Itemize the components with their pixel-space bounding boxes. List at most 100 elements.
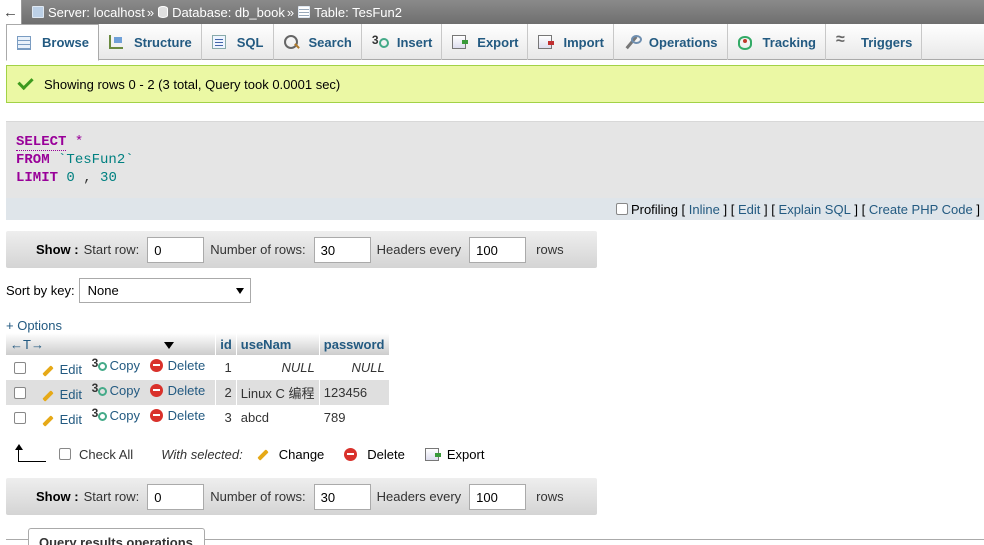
tab-insert[interactable]: Insert bbox=[362, 24, 443, 60]
check-all-label[interactable]: Check All bbox=[79, 447, 133, 462]
tab-label: Structure bbox=[133, 34, 192, 50]
edit-button[interactable]: Edit bbox=[41, 362, 82, 377]
copy-button[interactable]: Copy bbox=[92, 356, 140, 373]
start-row-input[interactable]: 0 bbox=[147, 236, 205, 263]
breadcrumb-table[interactable]: Table: TesFun2 bbox=[298, 5, 402, 20]
cell-password[interactable]: NULL bbox=[319, 355, 390, 380]
tab-triggers[interactable]: Triggers bbox=[826, 24, 923, 60]
cell-usenam[interactable]: abcd bbox=[236, 405, 320, 430]
edit-button[interactable]: Edit bbox=[41, 412, 83, 428]
table-row: Edit Copy Delete 2 Linux C 编程 123456 bbox=[6, 380, 390, 405]
headers-every-input[interactable]: 100 bbox=[469, 483, 527, 510]
row-checkbox[interactable] bbox=[14, 387, 26, 400]
bracket: ] bbox=[764, 201, 768, 217]
bracket: [ bbox=[771, 201, 775, 217]
tab-browse[interactable]: Browse bbox=[6, 24, 99, 61]
bulk-delete-button[interactable]: Delete bbox=[344, 447, 405, 462]
edit-label: Edit bbox=[59, 387, 83, 403]
copy-button[interactable]: Copy bbox=[92, 381, 140, 398]
check-all-checkbox[interactable] bbox=[59, 448, 71, 460]
inline-link[interactable]: Inline bbox=[689, 202, 720, 217]
copy-label: Copy bbox=[109, 407, 141, 423]
tab-export[interactable]: Export bbox=[442, 24, 529, 60]
delete-label: Delete bbox=[167, 357, 206, 373]
breadcrumb: ← Server: localhost » Database: db_book … bbox=[0, 0, 984, 24]
export-label: Export bbox=[446, 446, 485, 462]
headers-every-input[interactable]: 100 bbox=[469, 236, 527, 263]
tab-label: Search bbox=[308, 34, 352, 50]
edit-button[interactable]: Edit bbox=[41, 387, 83, 403]
breadcrumb-server[interactable]: Server: localhost » bbox=[32, 5, 158, 20]
sql-keyword-limit: LIMIT bbox=[16, 170, 59, 186]
delete-icon bbox=[149, 358, 163, 372]
delete-button[interactable]: Delete bbox=[149, 357, 206, 373]
back-arrow-icon[interactable]: ← bbox=[0, 0, 22, 24]
column-arrows-icon[interactable]: ←T→ bbox=[10, 337, 44, 352]
insert-icon bbox=[372, 33, 389, 49]
query-results-operations-tab[interactable]: Query results operations bbox=[28, 528, 205, 545]
bracket: [ bbox=[681, 201, 686, 217]
cell-id[interactable]: 2 bbox=[215, 380, 237, 405]
breadcrumb-database-label[interactable]: Database: db_book bbox=[172, 5, 285, 20]
change-button[interactable]: Change bbox=[257, 446, 325, 462]
headers-every-label: Headers every bbox=[376, 489, 462, 504]
tab-structure[interactable]: Structure bbox=[99, 24, 202, 60]
edit-sql-link[interactable]: Edit bbox=[738, 202, 760, 217]
tab-tracking[interactable]: Tracking bbox=[728, 24, 826, 60]
cell-id[interactable]: 3 bbox=[215, 405, 237, 430]
tab-label: Tracking bbox=[762, 34, 816, 50]
pencil-icon bbox=[257, 449, 269, 461]
cell-usenam[interactable]: NULL bbox=[236, 355, 320, 380]
sort-by-key-select[interactable]: None bbox=[78, 278, 251, 303]
explain-sql-link[interactable]: Explain SQL bbox=[779, 202, 851, 217]
delete-button[interactable]: Delete bbox=[149, 382, 206, 398]
cell-usenam[interactable]: Linux C 编程 bbox=[236, 380, 320, 405]
row-checkbox[interactable] bbox=[14, 362, 26, 375]
cell-password[interactable]: 123456 bbox=[319, 380, 390, 405]
create-php-code-link[interactable]: Create PHP Code bbox=[869, 202, 973, 217]
edit-label: Edit bbox=[59, 412, 83, 428]
breadcrumb-database[interactable]: Database: db_book » bbox=[158, 5, 298, 20]
eye-icon bbox=[737, 36, 752, 50]
sql-line-2: FROM `TesFun2` bbox=[16, 151, 984, 169]
sort-by-key: Sort by key: None bbox=[6, 278, 251, 303]
cell-password[interactable]: 789 bbox=[319, 405, 390, 430]
start-row-input[interactable]: 0 bbox=[147, 483, 205, 510]
breadcrumb-table-label[interactable]: Table: TesFun2 bbox=[314, 5, 402, 20]
navigation-panel-top: Show : Start row: 0 Number of rows: 30 H… bbox=[6, 231, 597, 268]
sql-query-display: SELECT * FROM `TesFun2` LIMIT 0 , 30 bbox=[6, 121, 984, 198]
options-link[interactable]: + Options bbox=[6, 318, 62, 333]
server-icon bbox=[32, 6, 44, 18]
triggers-icon bbox=[836, 31, 850, 49]
delete-label: Delete bbox=[167, 382, 206, 398]
number-of-rows-input[interactable]: 30 bbox=[313, 236, 371, 263]
column-header-usenam[interactable]: useNam bbox=[236, 333, 320, 355]
table-row: Edit Copy Delete 3 abcd 789 bbox=[6, 405, 390, 430]
row-actions: Edit Copy Delete bbox=[6, 405, 217, 430]
pencil-icon bbox=[41, 365, 54, 377]
bulk-export-button[interactable]: Export bbox=[424, 446, 485, 462]
sql-keyword-select[interactable]: SELECT bbox=[16, 134, 67, 151]
cell-id[interactable]: 1 bbox=[215, 355, 237, 380]
tab-search[interactable]: Search bbox=[274, 24, 362, 60]
delete-button[interactable]: Delete bbox=[149, 408, 205, 423]
sql-keyword-from: FROM bbox=[16, 152, 50, 168]
change-label: Change bbox=[278, 446, 325, 462]
number-of-rows-input[interactable]: 30 bbox=[313, 483, 371, 510]
copy-button[interactable]: Copy bbox=[92, 406, 141, 423]
show-label: Show : bbox=[36, 242, 79, 257]
column-header-id[interactable]: id bbox=[215, 333, 237, 355]
row-checkbox[interactable] bbox=[14, 412, 26, 425]
sql-icon bbox=[211, 35, 226, 49]
tab-sql[interactable]: SQL bbox=[202, 24, 274, 60]
number-of-rows-label: Number of rows: bbox=[210, 489, 306, 504]
column-header-password[interactable]: password bbox=[319, 333, 390, 355]
sort-dropdown-icon[interactable] bbox=[163, 341, 174, 349]
tab-operations[interactable]: Operations bbox=[614, 24, 728, 60]
delete-icon bbox=[149, 383, 163, 397]
tab-import[interactable]: Import bbox=[528, 24, 614, 60]
profiling-checkbox[interactable] bbox=[615, 203, 628, 215]
breadcrumb-server-label[interactable]: Server: localhost bbox=[48, 5, 145, 20]
copy-icon bbox=[92, 356, 107, 372]
tab-label: Import bbox=[563, 34, 604, 50]
